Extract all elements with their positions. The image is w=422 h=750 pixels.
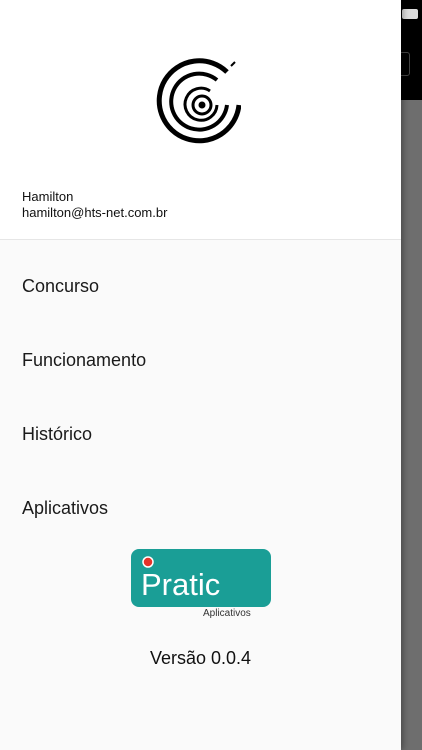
user-email: hamilton@hts-net.com.br — [22, 205, 168, 220]
svg-text:Aplicativos: Aplicativos — [203, 608, 251, 619]
user-name: Hamilton — [22, 189, 74, 204]
menu-item-historico[interactable]: Histórico — [0, 404, 401, 464]
navigation-drawer: Hamilton hamilton@hts-net.com.br Concurs… — [0, 0, 401, 750]
menu-item-aplicativos[interactable]: Aplicativos — [0, 478, 401, 538]
menu-item-funcionamento[interactable]: Funcionamento — [0, 330, 401, 390]
pratic-aplicativos-logo: Pratic Aplicativos — [131, 549, 271, 619]
spiral-target-logo-icon — [156, 58, 241, 144]
drawer-header: Hamilton hamilton@hts-net.com.br — [0, 0, 401, 240]
menu-item-concurso[interactable]: Concurso — [0, 256, 401, 316]
version-label: Versão 0.0.4 — [149, 648, 252, 668]
battery-icon — [402, 9, 418, 19]
svg-text:Pratic: Pratic — [141, 567, 220, 602]
